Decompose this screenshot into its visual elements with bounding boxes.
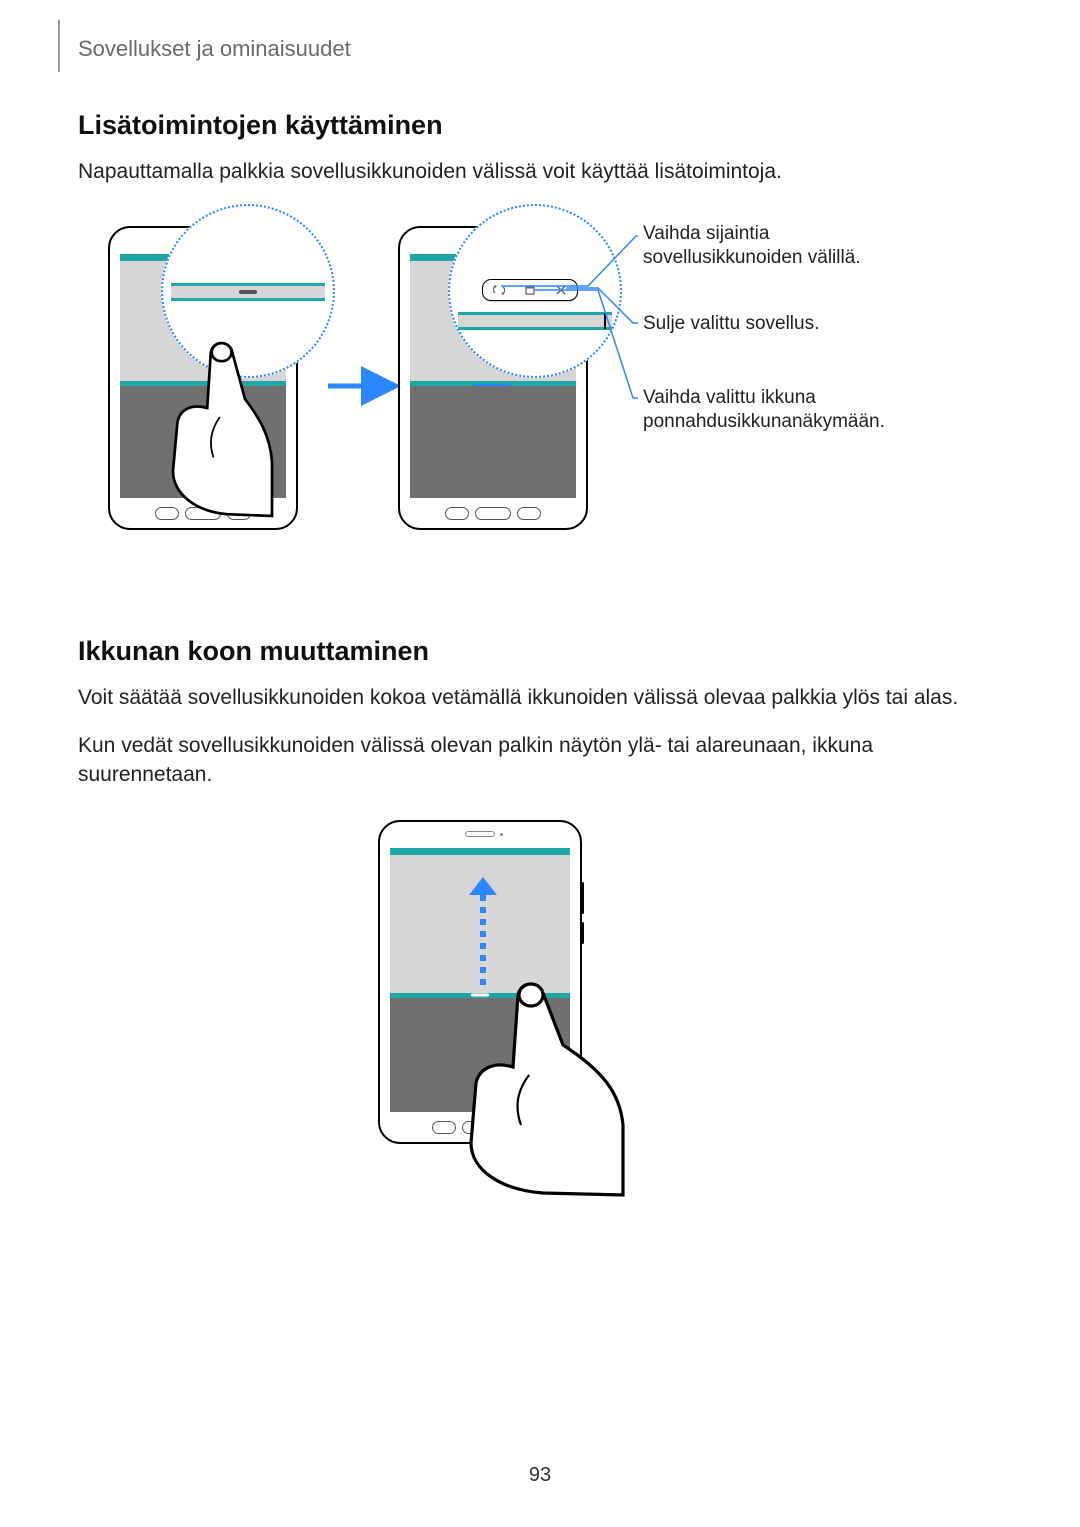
callout-swap: Vaihda sijaintia sovellusikkunoiden väli… bbox=[643, 222, 903, 270]
page-number: 93 bbox=[0, 1464, 1080, 1487]
bottom-pane bbox=[390, 998, 570, 1112]
manual-page: Sovellukset ja ominaisuudet Lisätoiminto… bbox=[0, 0, 1080, 1527]
recents-button-icon bbox=[432, 1121, 456, 1134]
bottom-pane bbox=[410, 386, 576, 498]
bottom-pane bbox=[120, 386, 286, 498]
rect-icon bbox=[524, 284, 536, 296]
figure-split-options: Vaihda sijaintia sovellusikkunoiden väli… bbox=[78, 216, 990, 576]
back-button-icon bbox=[227, 507, 251, 520]
section1-heading: Lisätoimintojen käyttäminen bbox=[78, 110, 990, 141]
figure-resize bbox=[78, 820, 990, 1170]
magnified-divider bbox=[458, 312, 612, 330]
nav-buttons bbox=[155, 507, 251, 520]
nav-buttons bbox=[432, 1121, 528, 1134]
magnified-divider bbox=[171, 283, 325, 301]
sensor-dot-icon bbox=[500, 833, 503, 836]
section2-paragraph2: Kun vedät sovellusikkunoiden välissä ole… bbox=[78, 731, 990, 790]
section2-heading: Ikkunan koon muuttaminen bbox=[78, 636, 990, 667]
arrow-up-icon bbox=[463, 875, 503, 1000]
close-icon bbox=[555, 284, 567, 296]
section2-paragraph1: Voit säätää sovellusikkunoiden kokoa vet… bbox=[78, 683, 990, 712]
recents-button-icon bbox=[445, 507, 469, 520]
content-area: Lisätoimintojen käyttäminen Napauttamall… bbox=[78, 110, 990, 1170]
power-button-icon bbox=[581, 922, 584, 944]
header-rule bbox=[58, 20, 60, 72]
divider-cursor-icon bbox=[604, 313, 606, 329]
magnifier-right bbox=[448, 204, 622, 378]
status-bar bbox=[390, 848, 570, 855]
back-button-icon bbox=[504, 1121, 528, 1134]
nav-buttons bbox=[445, 507, 541, 520]
home-button-icon bbox=[475, 507, 511, 520]
split-view-toolbar bbox=[482, 279, 578, 301]
recents-button-icon bbox=[155, 507, 179, 520]
magnifier-left bbox=[161, 204, 335, 378]
swap-icon bbox=[493, 284, 505, 296]
home-button-icon bbox=[185, 507, 221, 520]
page-header: Sovellukset ja ominaisuudet bbox=[78, 36, 351, 62]
volume-button-icon bbox=[581, 882, 584, 914]
callout-close: Sulje valittu sovellus. bbox=[643, 312, 903, 336]
earpiece-icon bbox=[465, 831, 495, 837]
back-button-icon bbox=[517, 507, 541, 520]
divider-handle-icon bbox=[239, 290, 257, 294]
callout-popup: Vaihda valittu ikkuna ponnahdusikkunanäk… bbox=[643, 386, 903, 434]
section1-paragraph: Napauttamalla palkkia sovellusikkunoiden… bbox=[78, 157, 990, 186]
arrow-right-icon bbox=[323, 366, 403, 411]
home-button-icon bbox=[462, 1121, 498, 1134]
